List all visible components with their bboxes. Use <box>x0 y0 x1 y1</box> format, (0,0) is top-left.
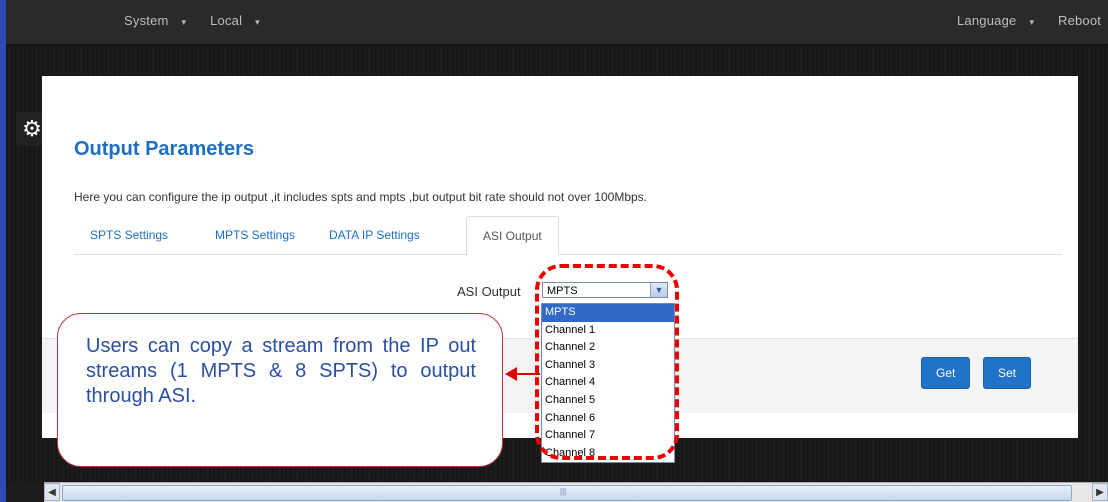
top-navbar: System ▾ Local ▾ Language ▾ Reboot <box>6 0 1108 45</box>
menu-system[interactable]: System ▾ <box>124 13 196 28</box>
tab-mpts-settings[interactable]: MPTS Settings <box>199 216 311 254</box>
caret-down-icon: ▾ <box>1029 17 1035 27</box>
tab-spts-settings[interactable]: SPTS Settings <box>74 216 184 254</box>
menu-local-label: Local <box>210 13 243 28</box>
page-title: Output Parameters <box>74 138 255 160</box>
caret-down-icon: ▾ <box>181 17 187 27</box>
page-description: Here you can configure the ip output ,it… <box>74 190 648 204</box>
tab-data-ip-settings[interactable]: DATA IP Settings <box>313 216 436 254</box>
menu-language[interactable]: Language ▾ <box>957 13 1044 28</box>
annotation-callout: Users can copy a stream from the IP out … <box>57 313 503 467</box>
tab-bar: SPTS Settings MPTS Settings DATA IP Sett… <box>74 216 1062 256</box>
scrollbar-thumb[interactable]: ||| <box>62 485 1072 501</box>
menu-local[interactable]: Local ▾ <box>210 13 270 28</box>
get-button[interactable]: Get <box>921 357 971 389</box>
arrow-left-icon <box>505 367 517 381</box>
annotation-arrow-line <box>516 373 540 375</box>
set-button[interactable]: Set <box>983 357 1032 389</box>
arrow-left-icon[interactable]: ◀ <box>44 483 60 501</box>
arrow-right-icon[interactable]: ▶ <box>1092 483 1108 501</box>
caret-down-icon: ▾ <box>255 17 260 27</box>
asi-output-label: ASI Output <box>457 284 521 299</box>
horizontal-scrollbar[interactable]: ◀ ||| ▶ <box>44 482 1108 502</box>
grip-icon: ||| <box>560 487 567 496</box>
annotation-callout-text: Users can copy a stream from the IP out … <box>86 335 476 407</box>
highlight-dashed-outline <box>535 264 679 460</box>
menu-system-label: System <box>124 13 169 28</box>
menu-language-label: Language <box>957 13 1017 28</box>
menu-reboot[interactable]: Reboot <box>1058 13 1101 28</box>
tab-asi-output[interactable]: ASI Output <box>466 216 559 256</box>
